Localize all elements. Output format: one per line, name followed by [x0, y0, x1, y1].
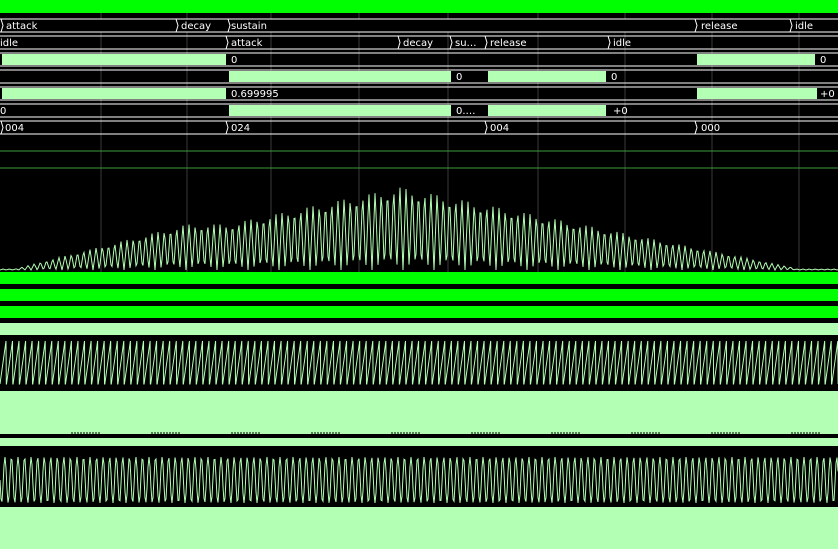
dense-signal-1[interactable]: [0, 391, 838, 434]
signal-bus-2[interactable]: [0, 289, 838, 301]
row5-value-1: 0.699995: [231, 89, 279, 100]
dense-signal-2[interactable]: [0, 438, 838, 446]
dense-signal-3[interactable]: [0, 507, 838, 549]
signal-bus-top[interactable]: [0, 0, 838, 13]
state-sustain-2: su…: [455, 38, 477, 49]
row7-value-2: 024: [231, 123, 250, 134]
row6-value-3: +0: [613, 106, 628, 117]
signal-bus-4[interactable]: [0, 323, 838, 335]
state-decay-2: decay: [403, 38, 433, 49]
row7-value-3: 004: [490, 123, 509, 134]
row3-value-2: 0: [820, 55, 826, 66]
state-signal-row-1[interactable]: attack decay sustain release idle: [0, 18, 838, 33]
row6-value-2: 0.…: [456, 106, 476, 117]
state-release-2: release: [490, 38, 526, 49]
state-idle-2: idle: [613, 38, 631, 49]
row6-value-1: 0: [0, 106, 6, 117]
state-decay: decay: [181, 21, 211, 32]
row3-value-1: 0: [231, 55, 237, 66]
row5-value-2: +0: [820, 89, 835, 100]
state-attack-2: attack: [231, 38, 263, 49]
row4-value-1: 0: [456, 72, 462, 83]
waveform-view[interactable]: attack decay sustain release idle idle a…: [0, 0, 838, 549]
signal-bus-1[interactable]: [0, 272, 838, 284]
state-idle-start: idle: [0, 38, 18, 49]
row7-value-4: 000: [701, 123, 720, 134]
state-sustain: sustain: [231, 21, 267, 32]
state-attack: attack: [6, 21, 38, 32]
signal-bus-3[interactable]: [0, 306, 838, 318]
state-idle: idle: [795, 21, 813, 32]
state-release: release: [701, 21, 737, 32]
row7-value-1: 004: [5, 123, 24, 134]
row4-value-2: 0: [611, 72, 617, 83]
